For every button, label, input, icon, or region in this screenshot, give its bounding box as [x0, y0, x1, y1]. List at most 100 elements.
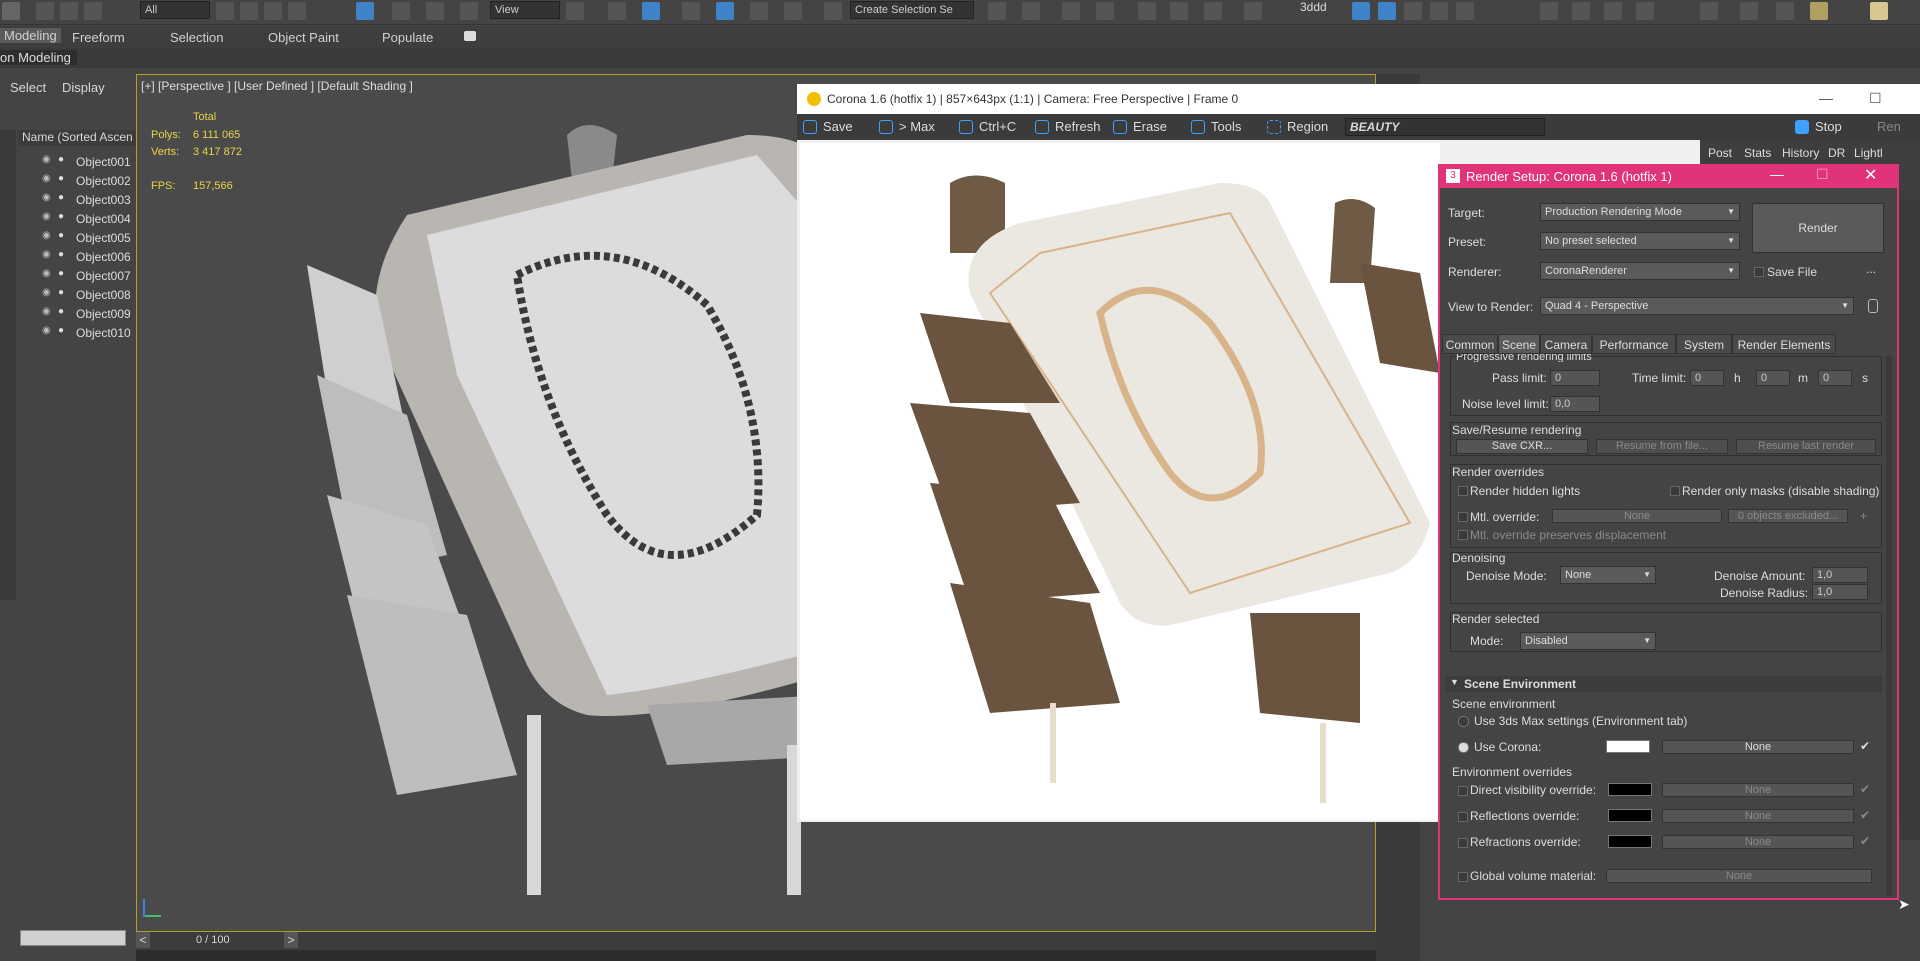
rendered-image[interactable] [800, 143, 1440, 820]
render-toggle-icon[interactable]: ● [58, 211, 64, 222]
denoise-mode-dropdown[interactable]: None [1560, 566, 1656, 584]
save-file-checkbox[interactable] [1754, 267, 1764, 277]
ribbon-tab-freeform[interactable]: Freeform [72, 30, 125, 45]
time-next-button[interactable]: > [284, 932, 298, 948]
vfb-stop-button[interactable]: Stop [1795, 119, 1842, 134]
vfb-channel-dropdown[interactable]: BEAUTY [1345, 118, 1545, 136]
reflections-override-checkbox[interactable] [1458, 812, 1468, 822]
object-list-item[interactable]: ◉ ● Object009 [18, 306, 131, 323]
vfb-tab-post[interactable]: Post [1708, 146, 1732, 160]
tab-common[interactable]: Common [1442, 334, 1498, 354]
resume-from-file-button[interactable]: Resume from file... [1596, 439, 1728, 454]
corona-toolbar-icon[interactable] [1540, 2, 1558, 20]
tab-render-elements[interactable]: Render Elements [1732, 334, 1836, 354]
object-list-item[interactable]: ◉ ● Object006 [18, 249, 131, 266]
render-iterative-icon[interactable] [1430, 2, 1448, 20]
window-crossing-icon[interactable] [288, 2, 306, 20]
object-list-item[interactable]: ◉ ● Object004 [18, 211, 131, 228]
move-icon[interactable] [356, 2, 374, 20]
object-list-item[interactable]: ◉ ● Object002 [18, 173, 131, 190]
ribbon-tab-modeling[interactable]: Modeling [0, 28, 61, 43]
excluded-objects-button[interactable]: 0 objects excluded... [1728, 509, 1848, 523]
vfb-minimize-icon[interactable]: — [1819, 90, 1833, 106]
render-toggle-icon[interactable]: ● [58, 268, 64, 279]
layer-explorer-icon[interactable] [1096, 2, 1114, 20]
edit-named-selection-icon[interactable] [824, 2, 842, 20]
ribbon-options-icon[interactable] [464, 31, 476, 41]
vfb-tab-lightmix[interactable]: Lightl [1854, 146, 1883, 160]
rs-close-icon[interactable]: ✕ [1864, 165, 1877, 185]
rect-selection-icon[interactable] [264, 2, 282, 20]
visibility-eye-icon[interactable]: ◉ [42, 192, 51, 203]
visibility-eye-icon[interactable]: ◉ [42, 173, 51, 184]
vfb-maximize-icon[interactable]: ☐ [1869, 90, 1882, 107]
align-icon[interactable] [1022, 2, 1040, 20]
render-setup-icon[interactable] [1352, 2, 1370, 20]
render-toggle-icon[interactable]: ● [58, 306, 64, 317]
vfb-tab-history[interactable]: History [1782, 146, 1819, 160]
placement-icon[interactable] [460, 2, 478, 20]
hidden-lights-checkbox[interactable] [1458, 486, 1468, 496]
rendered-frame-window-icon[interactable] [1378, 2, 1396, 20]
activeshade-icon[interactable] [1456, 2, 1474, 20]
vfb-erase-button[interactable]: Erase [1113, 119, 1167, 134]
vfb-tab-dr[interactable]: DR [1828, 146, 1845, 160]
corona-proxy-icon[interactable] [1604, 2, 1622, 20]
explorer-display-menu[interactable]: Display [62, 80, 105, 95]
corona-decal-icon[interactable] [1776, 2, 1794, 20]
lock-icon[interactable] [1868, 299, 1878, 313]
explorer-horizontal-scrollbar[interactable] [20, 930, 126, 946]
vfb-render-button[interactable]: Ren [1877, 119, 1901, 134]
object-list-item[interactable]: ◉ ● Object003 [18, 192, 131, 209]
scale-icon[interactable] [426, 2, 444, 20]
ribbon-tab-selection[interactable]: Selection [170, 30, 223, 45]
rs-scrollbar[interactable] [1886, 356, 1892, 896]
vfb-tools-button[interactable]: Tools [1191, 119, 1241, 134]
corona-scatter-icon[interactable] [1740, 2, 1758, 20]
explorer-select-menu[interactable]: Select [10, 80, 46, 95]
spinner-snap-icon[interactable] [784, 2, 802, 20]
visibility-eye-icon[interactable]: ◉ [42, 249, 51, 260]
select-manipulate-icon[interactable] [608, 2, 626, 20]
visibility-eye-icon[interactable]: ◉ [42, 211, 51, 222]
vfb-region-button[interactable]: Region [1267, 119, 1328, 134]
visibility-eye-icon[interactable]: ◉ [42, 230, 51, 241]
corona-light-icon[interactable] [1572, 2, 1590, 20]
vfb-refresh-button[interactable]: Refresh [1035, 119, 1101, 134]
direct-visibility-toggle-icon[interactable]: ✔ [1860, 782, 1870, 796]
selection-filter-dropdown[interactable]: All [140, 1, 210, 19]
time-limit-minutes[interactable]: 0 [1756, 370, 1790, 386]
tab-performance[interactable]: Performance [1592, 334, 1676, 354]
noise-limit-spinner[interactable]: 0,0 [1550, 396, 1600, 412]
tab-system[interactable]: System [1676, 334, 1732, 354]
track-bar[interactable] [136, 950, 1376, 961]
object-list-item[interactable]: ◉ ● Object010 [18, 325, 131, 342]
unlink-icon[interactable] [60, 2, 78, 20]
environment-color-swatch[interactable] [1606, 740, 1650, 753]
render-toggle-icon[interactable]: ● [58, 154, 64, 165]
render-toggle-icon[interactable]: ● [58, 287, 64, 298]
mtl-override-checkbox[interactable] [1458, 512, 1468, 522]
mtl-override-material-button[interactable]: None [1552, 509, 1722, 523]
rs-maximize-icon[interactable]: ☐ [1816, 166, 1829, 183]
object-list-item[interactable]: ◉ ● Object005 [18, 230, 131, 247]
save-file-browse-button[interactable]: ... [1866, 262, 1876, 276]
object-list-item[interactable]: ◉ ● Object001 [18, 154, 131, 171]
direct-visibility-map-button[interactable]: None [1662, 783, 1854, 797]
denoise-amount-spinner[interactable]: 1,0 [1812, 567, 1868, 583]
time-prev-button[interactable]: < [136, 932, 150, 948]
add-exclusion-button[interactable]: + [1860, 509, 1867, 523]
tab-scene[interactable]: Scene [1498, 334, 1540, 354]
pivot-icon[interactable] [566, 2, 584, 20]
tab-camera[interactable]: Camera [1540, 334, 1592, 354]
scene-explorer-icon[interactable] [1062, 2, 1080, 20]
angle-snap-icon[interactable] [716, 2, 734, 20]
global-volume-checkbox[interactable] [1458, 872, 1468, 882]
vfb-to-max-button[interactable]: > Max [879, 119, 935, 134]
rs-minimize-icon[interactable]: — [1770, 166, 1784, 182]
denoise-radius-spinner[interactable]: 1,0 [1812, 584, 1868, 600]
render-selected-mode-dropdown[interactable]: Disabled [1520, 632, 1656, 650]
object-list-item[interactable]: ◉ ● Object007 [18, 268, 131, 285]
preset-dropdown[interactable]: No preset selected [1540, 232, 1740, 250]
direct-visibility-checkbox[interactable] [1458, 786, 1468, 796]
